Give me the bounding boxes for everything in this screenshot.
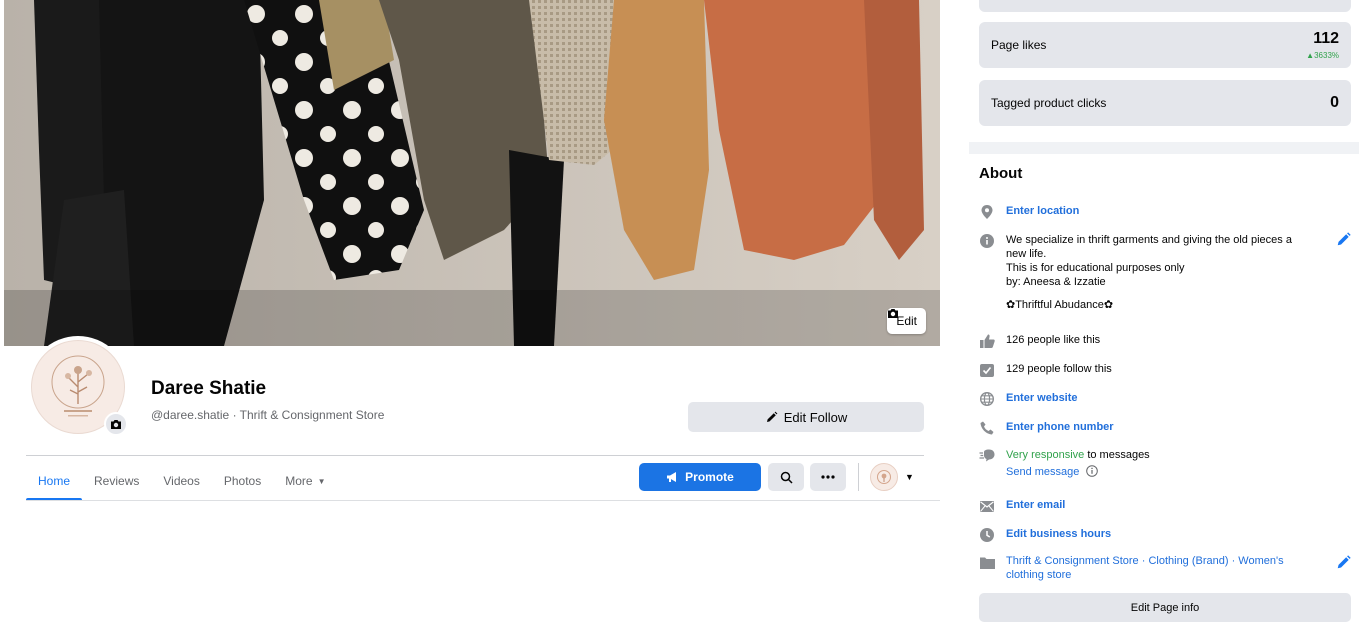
responsiveness-text: Very responsive to messages Send message — [1006, 448, 1150, 481]
promote-label: Promote — [685, 470, 734, 484]
enter-phone-link[interactable]: Enter phone number — [1006, 420, 1114, 434]
send-message-link[interactable]: Send message — [1006, 466, 1079, 478]
tab-photos-label: Photos — [223, 474, 262, 488]
about-description: We specialize in thrift garments and giv… — [1006, 233, 1292, 312]
tab-more[interactable]: More ▼ — [273, 462, 337, 500]
stat-label: Page likes — [991, 38, 1047, 52]
about-website-row[interactable]: Enter website — [979, 391, 1359, 407]
change-avatar-button[interactable] — [104, 412, 128, 436]
follow-check-icon — [979, 362, 995, 378]
edit-cover-label: Edit — [896, 314, 917, 328]
about-email-row[interactable]: Enter email — [979, 498, 1359, 514]
cover-photo: Edit — [4, 0, 940, 346]
edit-page-info-label: Edit Page info — [1130, 601, 1200, 614]
camera-icon — [111, 419, 121, 429]
edit-business-hours-link[interactable]: Edit business hours — [1006, 527, 1111, 541]
location-pin-icon — [979, 204, 995, 220]
profile-avatar-container[interactable] — [27, 336, 129, 438]
edit-description-pencil-icon[interactable] — [1335, 231, 1351, 247]
description-line: This is for educational purposes only — [1006, 262, 1185, 274]
search-icon — [780, 471, 793, 484]
category-text[interactable]: Thrift & Consignment Store · Clothing (B… — [1006, 554, 1284, 582]
about-follows-row: 129 people follow this — [979, 362, 1359, 378]
about-hours-row[interactable]: Edit business hours — [979, 527, 1359, 543]
cover-image — [4, 0, 940, 346]
tab-home-label: Home — [38, 474, 71, 488]
about-location-row[interactable]: Enter location — [979, 204, 1359, 220]
profile-switcher-avatar[interactable] — [870, 463, 898, 491]
page-tabs: Home Reviews Videos Photos More ▼ — [26, 462, 337, 501]
description-line: by: Aneesa & Izzatie — [1006, 276, 1106, 288]
category-tag-icon — [979, 554, 995, 570]
more-options-button[interactable] — [810, 463, 846, 491]
tab-more-label: More — [285, 474, 313, 488]
edit-page-info-button[interactable]: Edit Page info — [979, 593, 1351, 622]
phone-icon — [979, 420, 995, 436]
actions-divider — [858, 463, 859, 491]
globe-icon — [979, 391, 995, 407]
flower-logo-icon — [877, 470, 891, 484]
tab-home[interactable]: Home — [26, 462, 83, 501]
megaphone-icon — [667, 472, 677, 482]
edit-cover-button[interactable]: Edit — [887, 308, 926, 334]
category-line: clothing store — [1006, 569, 1072, 581]
likes-count-text: 126 people like this — [1006, 334, 1101, 346]
promote-button[interactable]: Promote — [639, 463, 761, 491]
stat-value: 112 — [1313, 30, 1339, 47]
pencil-icon — [766, 411, 778, 422]
enter-location-link[interactable]: Enter location — [1006, 204, 1079, 218]
ellipsis-icon — [821, 475, 835, 479]
clock-icon — [979, 527, 995, 543]
tab-reviews-label: Reviews — [94, 474, 140, 488]
section-separator — [969, 142, 1359, 154]
page-subtitle: @daree.shatie · Thrift & Consignment Sto… — [151, 408, 385, 422]
profile-switcher-caret-icon[interactable]: ▼ — [905, 472, 914, 482]
thumbs-up-icon — [979, 333, 995, 349]
about-likes-row: 126 people like this — [979, 333, 1359, 349]
stat-delta: ▲3633% — [1306, 51, 1339, 60]
very-responsive-label: Very responsive — [1006, 449, 1085, 461]
tab-videos-label: Videos — [163, 474, 200, 488]
edit-follow-button[interactable]: Edit Follow — [688, 402, 924, 432]
stat-value: 0 — [1330, 94, 1339, 111]
tabs-divider — [26, 500, 940, 501]
page-root: Edit Daree Shatie @daree.shatie · Thrift… — [0, 0, 1363, 622]
follows-count-text: 129 people follow this — [1006, 363, 1112, 375]
edit-category-pencil-icon[interactable] — [1335, 554, 1351, 570]
tab-reviews[interactable]: Reviews — [82, 462, 151, 500]
stat-page-likes[interactable]: Page likes 112 ▲3633% — [979, 22, 1351, 68]
tab-videos[interactable]: Videos — [151, 462, 211, 500]
about-phone-row[interactable]: Enter phone number — [979, 420, 1359, 436]
info-outline-icon[interactable] — [1086, 465, 1099, 481]
description-line: We specialize in thrift garments and giv… — [1006, 234, 1292, 246]
enter-website-link[interactable]: Enter website — [1006, 391, 1078, 405]
responsive-rest-label: to messages — [1084, 449, 1150, 461]
header-divider — [26, 455, 924, 456]
brand-line: ✿Thriftful Abudance✿ — [1006, 299, 1114, 311]
search-button[interactable] — [768, 463, 804, 491]
flower-logo-icon — [51, 355, 105, 417]
caret-down-icon: ▼ — [317, 476, 326, 486]
tab-photos[interactable]: Photos — [212, 462, 273, 500]
stat-card-top — [979, 0, 1351, 12]
fast-message-icon — [979, 448, 995, 464]
edit-follow-label: Edit Follow — [783, 409, 848, 425]
enter-email-link[interactable]: Enter email — [1006, 498, 1065, 512]
category-line: Thrift & Consignment Store · Clothing (B… — [1006, 555, 1284, 567]
page-title: Daree Shatie — [151, 378, 267, 399]
about-responsiveness-row: Very responsive to messages Send message — [979, 448, 1359, 481]
description-line: new life. — [1006, 248, 1047, 260]
stat-label: Tagged product clicks — [991, 96, 1107, 110]
about-category-row[interactable]: Thrift & Consignment Store · Clothing (B… — [979, 554, 1359, 582]
about-heading: About — [979, 165, 1023, 182]
about-description-row: We specialize in thrift garments and giv… — [979, 233, 1359, 312]
camera-icon — [888, 309, 899, 318]
stat-tagged-product-clicks[interactable]: Tagged product clicks 0 — [979, 80, 1351, 126]
info-icon — [979, 233, 995, 249]
envelope-icon — [979, 498, 995, 514]
